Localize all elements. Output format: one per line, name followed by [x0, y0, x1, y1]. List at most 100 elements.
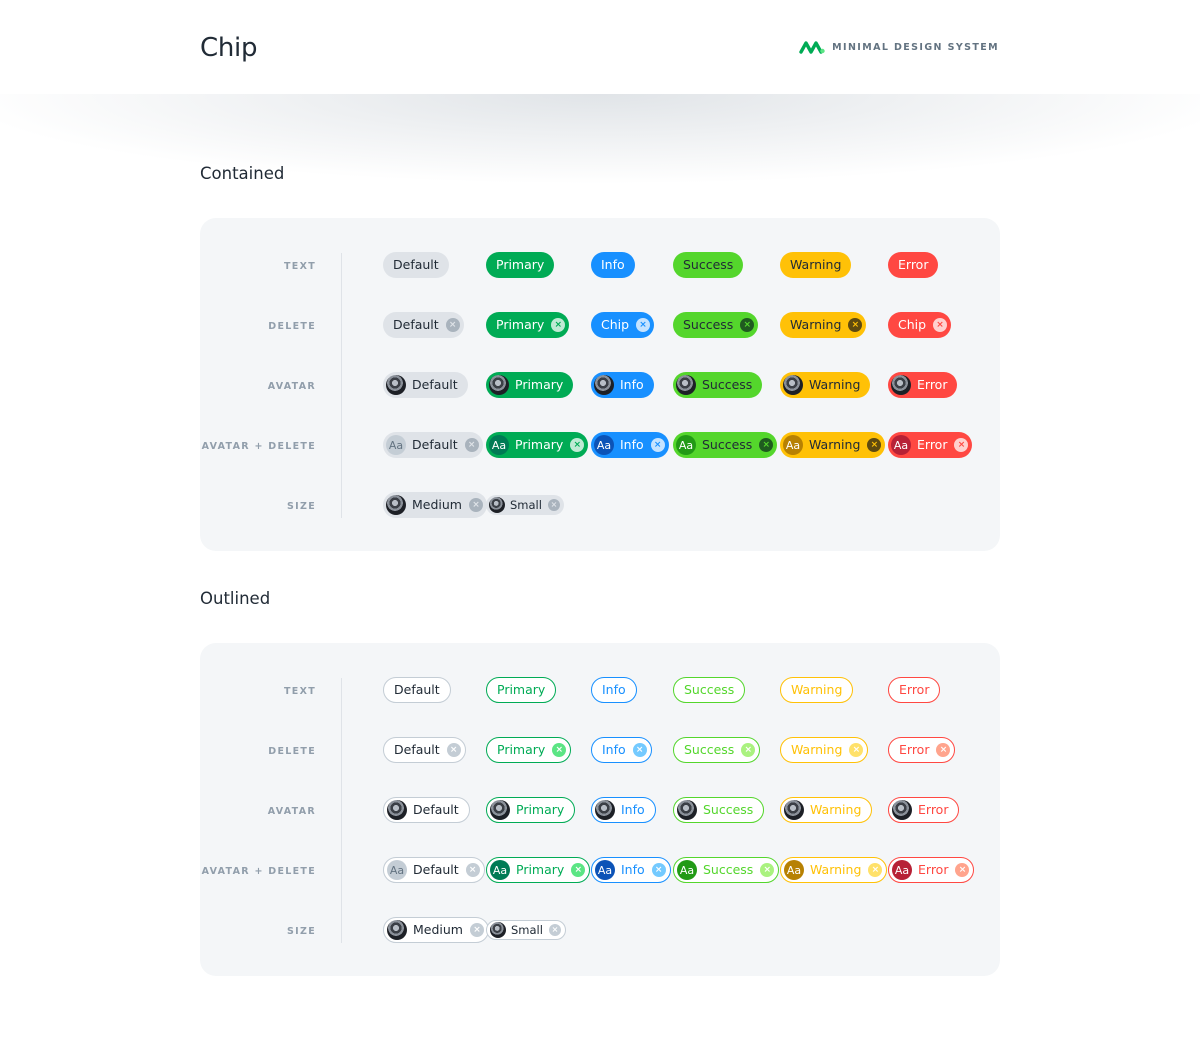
chip-delete-success[interactable]: Success ×	[673, 312, 759, 338]
section-title-contained: Contained	[200, 164, 285, 183]
chip-delete-error[interactable]: Chip ×	[888, 312, 952, 338]
close-circle-icon[interactable]: ×	[849, 743, 864, 757]
chip-medium[interactable]: Medium ×	[383, 492, 487, 518]
chip-text-success[interactable]: Success	[673, 252, 744, 278]
minimal-logo-icon	[799, 41, 825, 54]
close-circle-icon[interactable]: ×	[955, 863, 970, 877]
chip-delete-warning[interactable]: Warning ×	[780, 737, 869, 763]
chip-delete-primary[interactable]: Primary ×	[486, 737, 572, 763]
close-circle-icon[interactable]: ×	[740, 318, 755, 332]
chip-delete-error[interactable]: Error ×	[888, 737, 956, 763]
close-circle-icon[interactable]: ×	[848, 318, 863, 332]
close-circle-icon[interactable]: ×	[650, 438, 665, 452]
chip-text-primary[interactable]: Primary	[486, 252, 555, 278]
row-label-size: SIZE	[287, 501, 316, 512]
chip-avatar-delete-primary[interactable]: Aa Primary ×	[486, 432, 589, 458]
chip-text-default[interactable]: Default	[383, 677, 451, 703]
chip-small[interactable]: Small ×	[486, 495, 564, 515]
chip-label: Success	[684, 682, 735, 697]
chip-avatar-info[interactable]: Info	[591, 372, 654, 398]
chip-avatar-delete-error[interactable]: Aa Error ×	[888, 432, 973, 458]
close-circle-icon[interactable]: ×	[464, 438, 479, 452]
chip-label: Small	[511, 923, 543, 937]
chip-label: Default	[393, 317, 439, 332]
close-circle-icon[interactable]: ×	[741, 743, 756, 757]
chip-label: Info	[620, 377, 644, 392]
avatar-photo	[386, 375, 406, 395]
chip-text-warning[interactable]: Warning	[780, 252, 852, 278]
chip-text-info[interactable]: Info	[591, 252, 635, 278]
chip-avatar-success[interactable]: Success	[673, 797, 765, 823]
chip-avatar-warning[interactable]: Warning	[780, 372, 871, 398]
chip-delete-primary[interactable]: Primary ×	[486, 312, 570, 338]
chip-label: Warning	[810, 862, 862, 877]
chip-delete-info[interactable]: Chip ×	[591, 312, 655, 338]
chip-label: Warning	[810, 802, 862, 817]
chip-text-info[interactable]: Info	[591, 677, 637, 703]
chip-avatar-info[interactable]: Info	[591, 797, 656, 823]
close-circle-icon[interactable]: ×	[867, 438, 882, 452]
close-circle-icon[interactable]: ×	[468, 498, 483, 512]
close-circle-icon[interactable]: ×	[551, 318, 566, 332]
chip-avatar-default[interactable]: Default	[383, 372, 468, 398]
chip-avatar-delete-info[interactable]: Aa Info ×	[591, 857, 671, 883]
close-circle-icon[interactable]: ×	[651, 863, 666, 877]
chip-avatar-delete-warning[interactable]: Aa Warning ×	[780, 857, 888, 883]
chip-avatar-primary[interactable]: Primary	[486, 797, 576, 823]
chip-delete-success[interactable]: Success ×	[673, 737, 761, 763]
chip-small[interactable]: Small ×	[486, 920, 566, 940]
chip-avatar-default[interactable]: Default	[383, 797, 470, 823]
chip-text-error[interactable]: Error	[888, 677, 941, 703]
close-circle-icon[interactable]: ×	[759, 438, 774, 452]
chip-avatar-error[interactable]: Error	[888, 797, 960, 823]
chip-text-primary[interactable]: Primary	[486, 677, 557, 703]
chip-delete-default[interactable]: Default ×	[383, 312, 464, 338]
close-circle-icon[interactable]: ×	[446, 743, 461, 757]
chip-avatar-delete-success[interactable]: Aa Success ×	[673, 857, 780, 883]
chip-label: Primary	[497, 742, 546, 757]
close-circle-icon[interactable]: ×	[933, 318, 948, 332]
chip-avatar-delete-default[interactable]: Aa Default ×	[383, 857, 485, 883]
chip-delete-warning[interactable]: Warning ×	[780, 312, 867, 338]
close-circle-icon[interactable]: ×	[636, 318, 651, 332]
close-circle-icon[interactable]: ×	[445, 318, 460, 332]
chip-avatar-delete-default[interactable]: Aa Default ×	[383, 432, 483, 458]
chip-text-warning[interactable]: Warning	[780, 677, 854, 703]
chip-label: Primary	[496, 257, 545, 272]
close-circle-icon[interactable]: ×	[469, 923, 484, 937]
brand[interactable]: MINIMAL DESIGN SYSTEM	[799, 40, 999, 54]
avatar-photo	[386, 495, 406, 515]
avatar-letters: Aa	[783, 435, 803, 455]
close-circle-icon[interactable]: ×	[552, 743, 567, 757]
chip-medium[interactable]: Medium ×	[383, 917, 489, 943]
close-circle-icon[interactable]: ×	[571, 863, 586, 877]
chip-avatar-warning[interactable]: Warning	[780, 797, 873, 823]
close-circle-icon[interactable]: ×	[465, 863, 480, 877]
chip-avatar-delete-success[interactable]: Aa Success ×	[673, 432, 778, 458]
close-circle-icon[interactable]: ×	[760, 863, 775, 877]
chip-avatar-primary[interactable]: Primary	[486, 372, 574, 398]
chip-delete-default[interactable]: Default ×	[383, 737, 466, 763]
close-circle-icon[interactable]: ×	[548, 924, 561, 936]
chip-text-success[interactable]: Success	[673, 677, 746, 703]
close-circle-icon[interactable]: ×	[547, 499, 560, 511]
chip-label: Info	[602, 742, 626, 757]
chip-avatar-delete-primary[interactable]: Aa Primary ×	[486, 857, 591, 883]
close-circle-icon[interactable]: ×	[868, 863, 883, 877]
chip-avatar-success[interactable]: Success	[673, 372, 763, 398]
chip-delete-info[interactable]: Info ×	[591, 737, 652, 763]
close-circle-icon[interactable]: ×	[954, 438, 969, 452]
chip-text-error[interactable]: Error	[888, 252, 939, 278]
avatar-letters: Aa	[594, 435, 614, 455]
chip-label: Primary	[516, 862, 565, 877]
chip-avatar-delete-error[interactable]: Aa Error ×	[888, 857, 975, 883]
chip-avatar-error[interactable]: Error	[888, 372, 958, 398]
close-circle-icon[interactable]: ×	[570, 438, 585, 452]
chip-text-default[interactable]: Default	[383, 252, 449, 278]
chip-avatar-delete-warning[interactable]: Aa Warning ×	[780, 432, 886, 458]
chip-avatar-delete-info[interactable]: Aa Info ×	[591, 432, 669, 458]
close-circle-icon[interactable]: ×	[632, 743, 647, 757]
avatar-photo	[784, 800, 804, 820]
close-circle-icon[interactable]: ×	[936, 743, 951, 757]
chip-label: Default	[412, 377, 458, 392]
